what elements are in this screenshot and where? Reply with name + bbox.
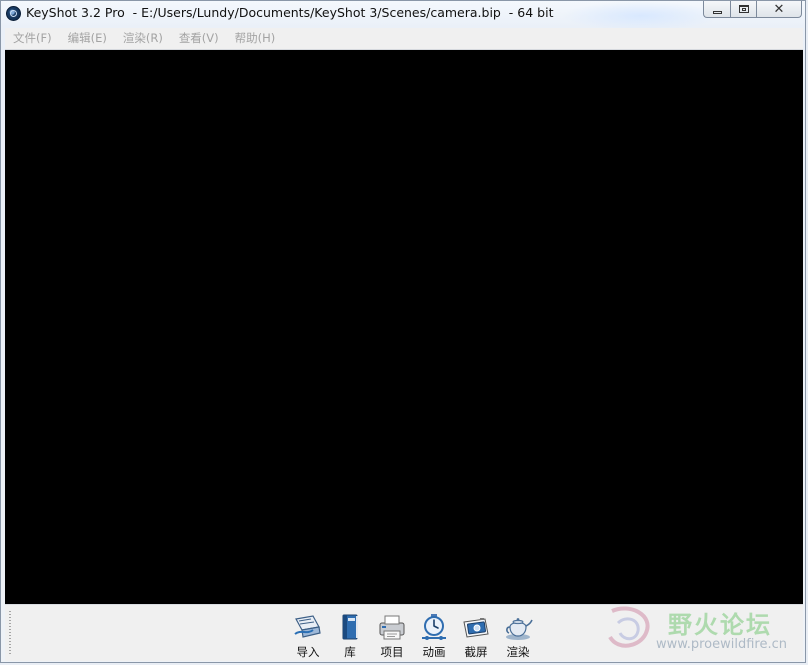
window-title: KeyShot 3.2 Pro - E:/Users/Lundy/Documen… bbox=[26, 5, 554, 20]
animation-label: 动画 bbox=[422, 645, 446, 659]
project-button[interactable]: 项目 bbox=[371, 613, 413, 660]
library-icon bbox=[342, 614, 358, 640]
screenshot-icon bbox=[463, 618, 489, 638]
menu-edit[interactable]: 编辑(E) bbox=[60, 28, 115, 49]
menu-render[interactable]: 渲染(R) bbox=[115, 28, 171, 49]
menu-view[interactable]: 查看(V) bbox=[171, 28, 227, 49]
import-label: 导入 bbox=[296, 645, 320, 659]
keyshot-app-icon[interactable] bbox=[6, 6, 21, 21]
app-window: KeyShot 3.2 Pro - E:/Users/Lundy/Documen… bbox=[0, 0, 806, 663]
menu-bar: 文件(F) 编辑(E) 渲染(R) 查看(V) 帮助(H) bbox=[5, 28, 803, 50]
animation-button[interactable]: 动画 bbox=[413, 613, 455, 660]
library-button[interactable]: 库 bbox=[329, 613, 371, 660]
animation-icon bbox=[422, 614, 446, 640]
close-button[interactable]: ✕ bbox=[756, 1, 802, 18]
import-icon bbox=[294, 615, 321, 638]
render-button[interactable]: 渲染 bbox=[497, 613, 539, 660]
screenshot-label: 截屏 bbox=[464, 645, 488, 659]
toolbar-grip[interactable] bbox=[9, 611, 11, 655]
restore-button[interactable] bbox=[730, 1, 756, 18]
title-bar[interactable]: KeyShot 3.2 Pro - E:/Users/Lundy/Documen… bbox=[1, 1, 805, 27]
close-icon: ✕ bbox=[773, 1, 785, 17]
library-label: 库 bbox=[344, 645, 356, 659]
caption-buttons: ✕ bbox=[703, 1, 802, 18]
screenshot-button[interactable]: 截屏 bbox=[455, 613, 497, 660]
project-icon bbox=[379, 615, 405, 640]
project-label: 项目 bbox=[380, 645, 404, 659]
restore-icon bbox=[738, 5, 749, 13]
render-teapot-icon bbox=[506, 618, 533, 640]
toolbar-tools: 导入 库 项目 动画 截屏 渲染 bbox=[287, 613, 539, 660]
menu-file[interactable]: 文件(F) bbox=[5, 28, 60, 49]
import-button[interactable]: 导入 bbox=[287, 613, 329, 660]
minimize-button[interactable] bbox=[703, 1, 730, 18]
render-viewport[interactable] bbox=[5, 50, 803, 604]
menu-help[interactable]: 帮助(H) bbox=[227, 28, 284, 49]
bottom-toolbar: 导入 库 项目 动画 截屏 渲染 bbox=[5, 604, 803, 661]
render-label: 渲染 bbox=[506, 645, 530, 659]
minimize-icon bbox=[712, 10, 722, 14]
